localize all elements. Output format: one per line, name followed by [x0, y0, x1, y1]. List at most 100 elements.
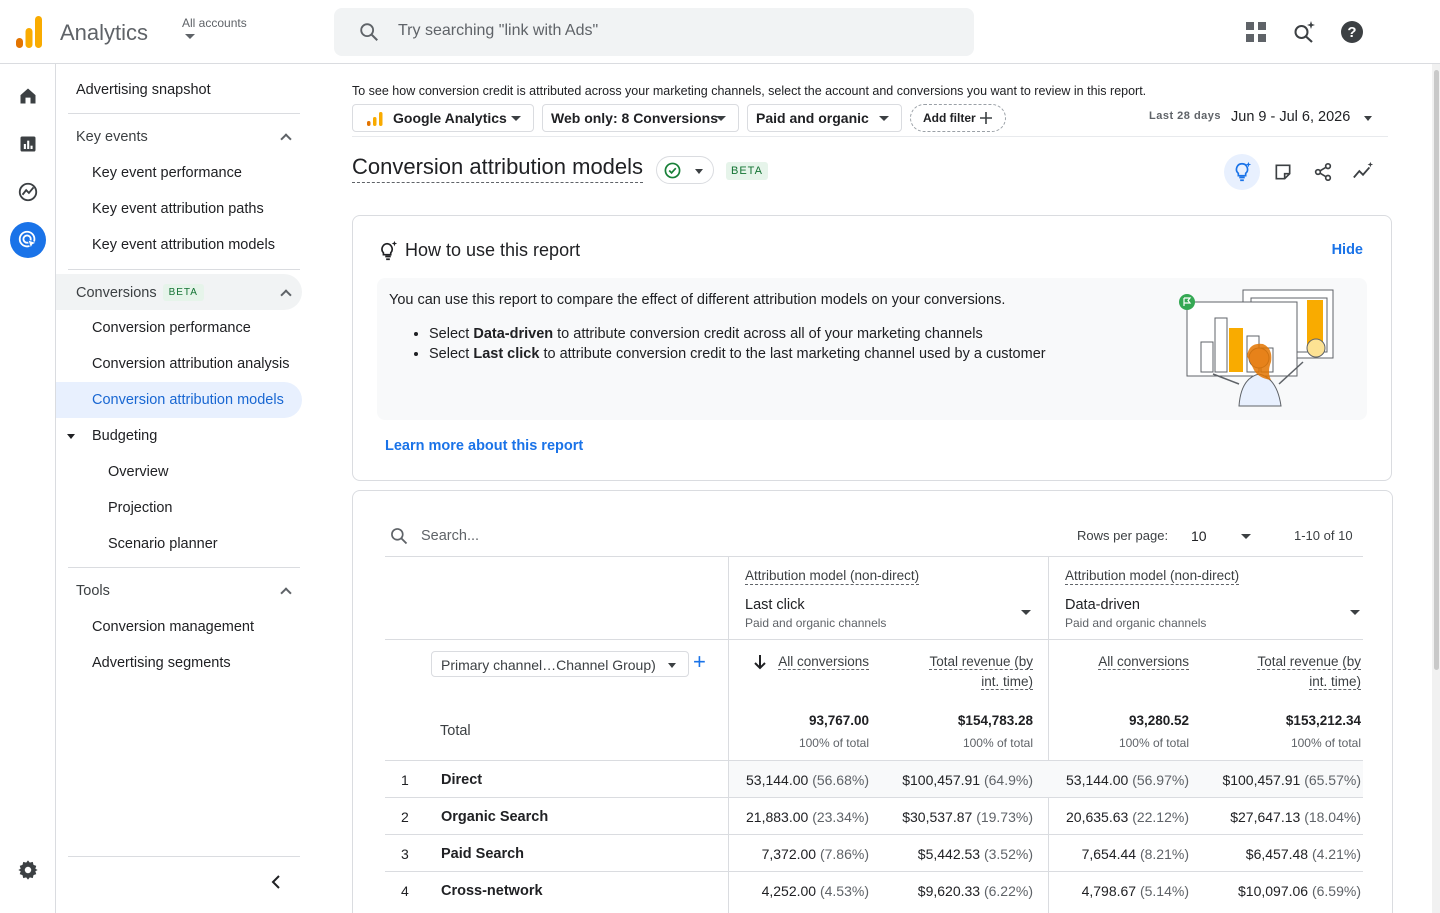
beta-tag: BETA — [726, 162, 768, 180]
sidebar-item-conversion-performance[interactable]: Conversion performance — [92, 320, 251, 336]
plus-icon — [980, 112, 992, 124]
status-dropdown[interactable] — [656, 156, 714, 184]
dimension-select[interactable]: Primary channel…Channel Group) — [431, 651, 689, 677]
chevron-down-icon[interactable] — [1241, 534, 1251, 539]
table-row[interactable]: 4 Cross-network 4,252.00 (4.53%) $9,620.33 … — [385, 871, 1363, 908]
sidebar-item-key-event-performance[interactable]: Key event performance — [92, 165, 242, 181]
apps-grid-icon[interactable] — [1244, 20, 1268, 44]
collapse-sidebar-icon[interactable] — [268, 874, 284, 890]
channels-filter-chip[interactable]: Paid and organic — [747, 104, 902, 132]
scrollbar-thumb[interactable] — [1434, 70, 1439, 670]
sidebar-section-key-events[interactable]: Key events — [76, 129, 148, 145]
insights-trend-button[interactable] — [1345, 154, 1381, 190]
row-channel[interactable]: Paid Search — [441, 846, 524, 862]
rail-explore[interactable] — [10, 174, 46, 210]
rail-admin[interactable] — [10, 852, 46, 888]
model-1-subtitle: Paid and organic channels — [745, 616, 887, 630]
table-row[interactable]: 1 Direct 53,144.00 (56.68%) $100,457.91 (64… — [385, 760, 1363, 797]
chevron-down-icon[interactable] — [1021, 610, 1031, 615]
rail-reports[interactable] — [10, 126, 46, 162]
global-search-placeholder: Try searching "link with Ads" — [398, 22, 599, 39]
table-row[interactable]: 3 Paid Search 7,372.00 (7.86%) $5,442.53 (3… — [385, 834, 1363, 871]
sidebar-section-conversions[interactable]: Conversions BETA — [76, 284, 204, 301]
channels-filter-label: Paid and organic — [756, 110, 869, 126]
bullet-text: Select — [429, 346, 474, 362]
col-header-total-revenue-2[interactable]: Total revenue (by int. time) — [1211, 652, 1361, 692]
cell-percent: (4.21%) — [1311, 846, 1361, 862]
conversions-filter-chip[interactable]: Web only: 8 Conversions — [542, 104, 739, 132]
table-search-input[interactable]: Search... — [421, 528, 479, 544]
cell-number: 4,252.00 — [761, 883, 817, 899]
hide-button[interactable]: Hide — [1332, 242, 1363, 258]
annotate-button[interactable] — [1265, 154, 1301, 190]
lightbulb-sparkle-icon — [381, 240, 398, 261]
how-to-card: How to use this report Hide You can use … — [352, 215, 1392, 481]
sidebar-item-conversion-attribution-models[interactable]: Conversion attribution models — [92, 392, 284, 408]
chevron-down-icon — [511, 116, 521, 121]
expand-caret-icon[interactable] — [67, 434, 75, 439]
cell-number: $5,442.53 — [917, 846, 981, 862]
row-channel[interactable]: Organic Search — [441, 809, 548, 825]
model-2-select[interactable]: Data-driven — [1065, 597, 1140, 613]
row-value: $6,457.48 (4.21%) — [1246, 846, 1361, 862]
chevron-down-icon[interactable] — [1364, 116, 1372, 121]
model-1-select[interactable]: Last click — [745, 597, 805, 613]
total-pct: 100% of total — [962, 736, 1033, 750]
share-button[interactable] — [1305, 154, 1341, 190]
add-dimension-button[interactable]: + — [693, 651, 706, 673]
property-filter-chip[interactable]: Google Analytics — [352, 104, 534, 132]
cell-number: $9,620.33 — [917, 883, 981, 899]
row-value: $9,620.33 (6.22%) — [918, 883, 1033, 899]
sidebar-section-tools[interactable]: Tools — [76, 583, 110, 599]
global-search-bar[interactable]: Try searching "link with Ads" — [334, 8, 974, 56]
chevron-up-icon[interactable] — [280, 587, 292, 599]
sidebar-item-scenario-planner[interactable]: Scenario planner — [108, 536, 218, 552]
col-header-total-revenue-1[interactable]: Total revenue (by int. time) — [883, 652, 1033, 692]
how-to-content: You can use this report to compare the e… — [377, 278, 1367, 420]
top-bar: Analytics All accounts Try searching "li… — [0, 0, 1440, 64]
learn-more-link[interactable]: Learn more about this report — [385, 438, 583, 454]
bullet-text: Select — [429, 326, 474, 342]
col-header-text: All conversions — [1098, 654, 1189, 670]
analytics-logo[interactable] — [16, 16, 42, 48]
add-filter-button[interactable]: Add filter — [910, 104, 1006, 132]
account-picker-label[interactable]: All accounts — [182, 16, 247, 30]
cell-percent: (5.14%) — [1139, 883, 1189, 899]
pagination-text: 1-10 of 10 — [1294, 528, 1353, 543]
help-icon[interactable]: ? — [1340, 20, 1364, 44]
sidebar-item-projection[interactable]: Projection — [108, 500, 172, 516]
row-value: 53,144.00 (56.68%) — [746, 772, 869, 788]
table-row[interactable]: 2 Organic Search 21,883.00 (23.34%) $30,537… — [385, 797, 1363, 834]
bullet-text: to attribute conversion credit across al… — [553, 326, 983, 342]
sidebar-item-conversion-management[interactable]: Conversion management — [92, 619, 254, 635]
account-picker-caret[interactable] — [185, 34, 195, 39]
row-channel[interactable]: Cross-network — [441, 883, 543, 899]
chevron-up-icon[interactable] — [280, 133, 292, 145]
header-divider — [385, 639, 1363, 640]
sidebar-item-key-event-attribution-paths[interactable]: Key event attribution paths — [92, 201, 264, 217]
insights-button[interactable] — [1224, 154, 1260, 190]
cell-percent: (19.73%) — [976, 809, 1033, 825]
report-info-text: To see how conversion credit is attribut… — [352, 84, 1147, 98]
beta-badge: BETA — [162, 284, 204, 301]
rail-advertising[interactable] — [10, 222, 46, 258]
row-value: 4,798.67 (5.14%) — [1082, 883, 1189, 899]
col-header-all-conversions-1[interactable]: All conversions — [753, 652, 869, 672]
chevron-down-icon[interactable] — [1350, 610, 1360, 615]
rows-per-page-select[interactable]: 10 — [1191, 528, 1207, 544]
sidebar-item-advertising-segments[interactable]: Advertising segments — [92, 655, 231, 671]
sidebar-item-key-event-attribution-models[interactable]: Key event attribution models — [92, 237, 275, 253]
trend-sparkle-icon — [1353, 161, 1374, 179]
col-header-all-conversions-2[interactable]: All conversions — [1073, 652, 1189, 672]
cell-number: $30,537.87 — [902, 809, 973, 825]
date-range-label[interactable]: Last 28 days — [1149, 110, 1221, 122]
date-range-value[interactable]: Jun 9 - Jul 6, 2026 — [1231, 109, 1350, 125]
search-insights-icon[interactable] — [1292, 20, 1316, 44]
cell-number: $10,097.06 — [1238, 883, 1309, 899]
row-channel[interactable]: Direct — [441, 772, 482, 788]
sidebar-item-overview[interactable]: Overview — [108, 464, 168, 480]
rail-home[interactable] — [10, 78, 46, 114]
sidebar-item-conversion-attribution-analysis[interactable]: Conversion attribution analysis — [92, 356, 289, 372]
sidebar-advertising-snapshot[interactable]: Advertising snapshot — [76, 82, 211, 98]
sidebar-item-budgeting[interactable]: Budgeting — [92, 428, 157, 444]
